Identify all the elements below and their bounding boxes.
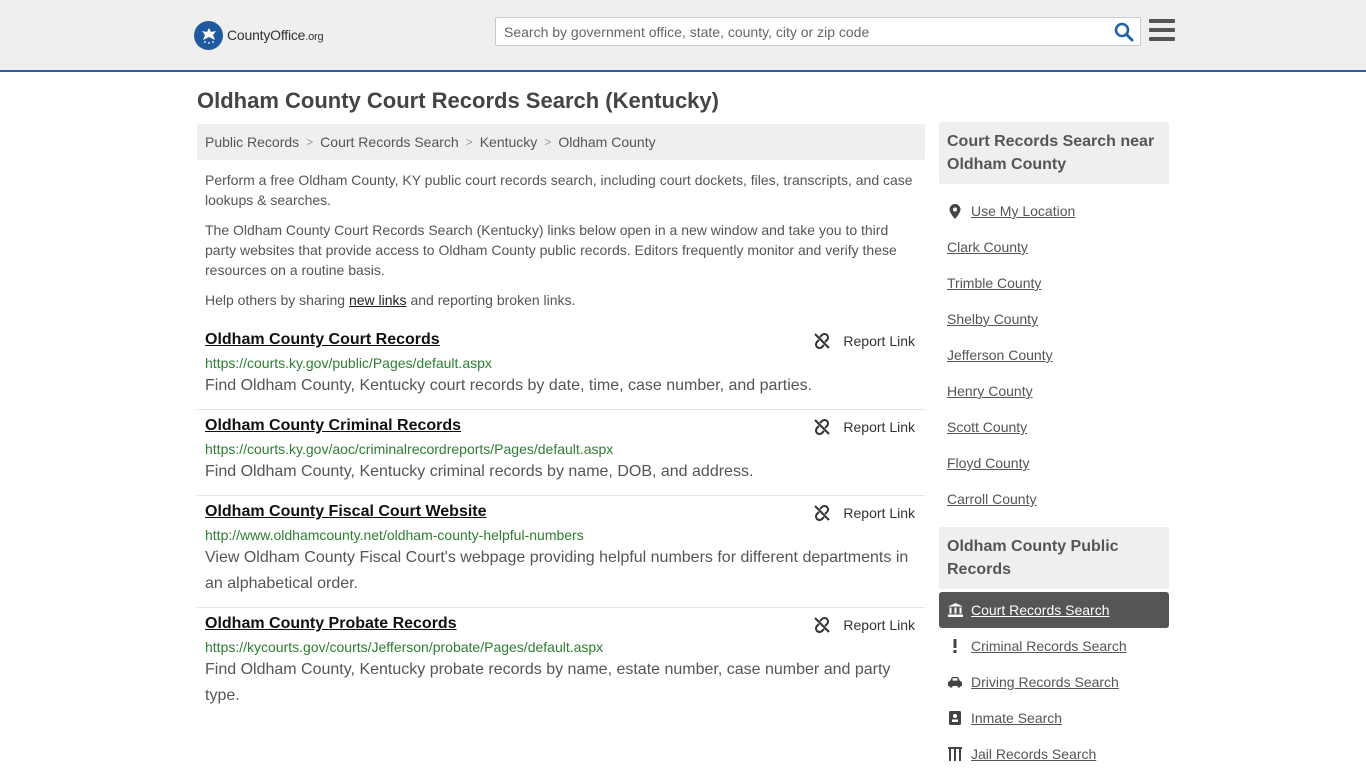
breadcrumb-separator: > <box>465 135 473 149</box>
record-url: https://kycourts.gov/courts/Jefferson/pr… <box>205 639 604 655</box>
nearby-county-link[interactable]: Trimble County <box>947 275 1041 291</box>
new-links-link[interactable]: new links <box>349 292 407 308</box>
public-records-heading: Oldham County Public Records <box>939 527 1169 589</box>
record-title-link[interactable]: Oldham County Criminal Records <box>205 416 461 436</box>
nearby-heading: Court Records Search near Oldham County <box>939 122 1169 184</box>
breadcrumb-court-records-search[interactable]: Court Records Search <box>320 134 459 150</box>
breadcrumb-public-records[interactable]: Public Records <box>205 134 299 150</box>
logo-main: CountyOffice <box>227 27 306 43</box>
broken-link-icon <box>814 418 831 436</box>
eagle-logo-icon <box>194 20 223 50</box>
criminal-records-search-link[interactable]: Criminal Records Search <box>971 638 1127 654</box>
record-description: View Oldham County Fiscal Court's webpag… <box>205 549 909 592</box>
nearby-county-link[interactable]: Henry County <box>947 383 1033 399</box>
record-item: Oldham County Fiscal Court Website Repor… <box>197 496 925 608</box>
page-title: Oldham County Court Records Search (Kent… <box>197 88 719 113</box>
nearby-county-link[interactable]: Shelby County <box>947 311 1038 327</box>
breadcrumb: Public Records > Court Records Search > … <box>197 124 925 160</box>
record-item: Oldham County Court Records Report Link … <box>197 324 925 410</box>
car-icon <box>947 676 963 688</box>
court-records-search-link[interactable]: Court Records Search <box>971 602 1110 618</box>
nearby-county-link[interactable]: Clark County <box>947 239 1028 255</box>
intro-paragraph-1: Perform a free Oldham County, KY public … <box>205 172 913 208</box>
record-description: Find Oldham County, Kentucky court recor… <box>205 377 813 394</box>
nearby-list: Use My Location Clark County Trimble Cou… <box>939 184 1169 527</box>
record-url: https://courts.ky.gov/aoc/criminalrecord… <box>205 441 614 457</box>
nearby-county-item: Scott County <box>939 409 1169 445</box>
report-link-button[interactable]: Report Link <box>813 616 915 634</box>
public-records-item-criminal[interactable]: Criminal Records Search <box>939 628 1169 664</box>
record-item: Oldham County Criminal Records Report Li… <box>197 410 925 496</box>
nearby-county-item: Trimble County <box>939 265 1169 301</box>
report-link-label: Report Link <box>843 419 915 435</box>
public-records-item-driving[interactable]: Driving Records Search <box>939 664 1169 700</box>
record-description: Find Oldham County, Kentucky probate rec… <box>205 661 891 704</box>
nearby-county-item: Shelby County <box>939 301 1169 337</box>
breadcrumb-oldham-county[interactable]: Oldham County <box>558 134 655 150</box>
exclamation-icon <box>947 639 963 653</box>
record-url: http://www.oldhamcounty.net/oldham-count… <box>205 527 584 543</box>
report-link-label: Report Link <box>843 617 915 633</box>
site-logo[interactable]: CountyOffice.org <box>194 20 324 50</box>
intro-paragraph-3: Help others by sharing new links and rep… <box>205 290 917 310</box>
nearby-county-link[interactable]: Carroll County <box>947 491 1036 507</box>
nearby-county-link[interactable]: Scott County <box>947 419 1027 435</box>
nearby-county-item: Henry County <box>939 373 1169 409</box>
report-link-button[interactable]: Report Link <box>813 332 915 350</box>
search-input[interactable] <box>496 18 1106 45</box>
id-card-icon <box>947 711 963 725</box>
breadcrumb-separator: > <box>544 135 552 149</box>
broken-link-icon <box>814 332 831 350</box>
nearby-county-item: Jefferson County <box>939 337 1169 373</box>
sidebar: Court Records Search near Oldham County … <box>939 122 1169 782</box>
use-my-location-item: Use My Location <box>939 193 1169 229</box>
breadcrumb-separator: > <box>306 135 314 149</box>
records-list: Oldham County Court Records Report Link … <box>197 324 925 719</box>
jail-icon <box>947 747 963 761</box>
record-description: Find Oldham County, Kentucky criminal re… <box>205 463 754 480</box>
search-icon <box>1114 22 1134 42</box>
report-link-button[interactable]: Report Link <box>813 504 915 522</box>
menu-bar <box>1149 37 1175 41</box>
inmate-search-link[interactable]: Inmate Search <box>971 710 1062 726</box>
logo-tld: .org <box>305 31 324 43</box>
public-records-item-jail[interactable]: Jail Records Search <box>939 736 1169 772</box>
report-link-label: Report Link <box>843 505 915 521</box>
record-title-link[interactable]: Oldham County Fiscal Court Website <box>205 502 487 522</box>
map-marker-icon <box>947 203 963 219</box>
broken-link-icon <box>814 504 831 522</box>
intro-text: Perform a free Oldham County, KY public … <box>197 170 925 310</box>
jail-records-search-link[interactable]: Jail Records Search <box>971 746 1096 762</box>
driving-records-search-link[interactable]: Driving Records Search <box>971 674 1119 690</box>
search-bar <box>495 17 1141 46</box>
intro-paragraph-2: The Oldham County Court Records Search (… <box>205 222 897 278</box>
breadcrumb-kentucky[interactable]: Kentucky <box>480 134 538 150</box>
nearby-county-item: Floyd County <box>939 445 1169 481</box>
record-title-link[interactable]: Oldham County Probate Records <box>205 614 457 634</box>
record-url: https://courts.ky.gov/public/Pages/defau… <box>205 355 492 371</box>
record-title-link[interactable]: Oldham County Court Records <box>205 330 440 350</box>
intro-p3-before: Help others by sharing <box>205 292 349 308</box>
site-header: CountyOffice.org <box>0 0 1366 72</box>
search-button[interactable] <box>1114 22 1134 42</box>
record-item: Oldham County Probate Records Report Lin… <box>197 608 925 719</box>
nearby-county-item: Carroll County <box>939 481 1169 517</box>
courthouse-icon <box>947 603 963 617</box>
nearby-county-item: Clark County <box>939 229 1169 265</box>
main-content: Public Records > Court Records Search > … <box>197 124 925 719</box>
intro-p3-after: and reporting broken links. <box>406 292 576 308</box>
public-records-item-inmate[interactable]: Inmate Search <box>939 700 1169 736</box>
menu-bar <box>1149 19 1175 23</box>
nearby-county-link[interactable]: Floyd County <box>947 455 1029 471</box>
logo-text: CountyOffice.org <box>227 27 324 43</box>
report-link-button[interactable]: Report Link <box>813 418 915 436</box>
nearby-county-link[interactable]: Jefferson County <box>947 347 1053 363</box>
hamburger-menu-button[interactable] <box>1149 19 1175 41</box>
menu-bar <box>1149 28 1175 32</box>
public-records-item-court[interactable]: Court Records Search <box>939 592 1169 628</box>
broken-link-icon <box>814 616 831 634</box>
public-records-list: Court Records Search Criminal Records Se… <box>939 589 1169 782</box>
use-my-location-link[interactable]: Use My Location <box>971 203 1075 219</box>
report-link-label: Report Link <box>843 333 915 349</box>
